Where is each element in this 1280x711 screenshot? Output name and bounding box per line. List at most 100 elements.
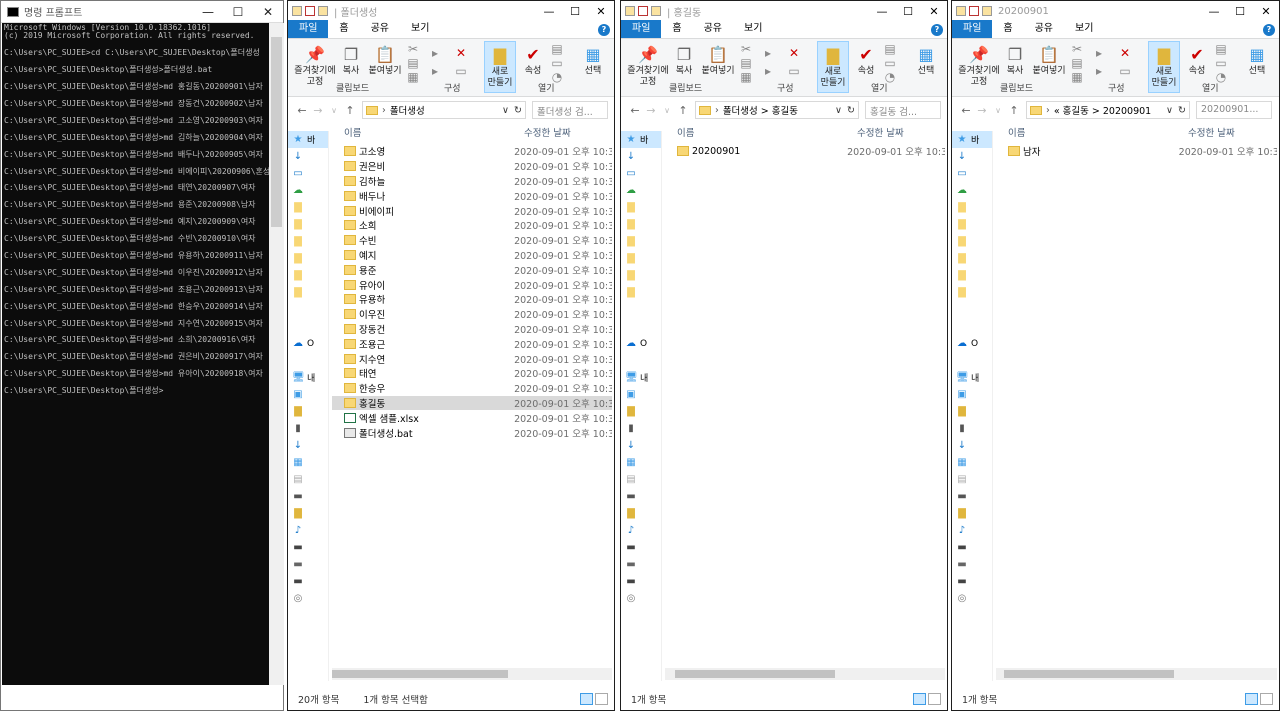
rename-icon[interactable]: ▭ [1118, 65, 1132, 77]
open-icon[interactable]: ▤ [1214, 43, 1228, 55]
select-button[interactable]: ▦ 선택 [580, 41, 606, 77]
new-folder-button[interactable]: ▇ 새로 만들기 [817, 41, 849, 93]
refresh-icon[interactable]: ↻ [1178, 105, 1186, 116]
back-arrow-icon[interactable]: ← [294, 104, 310, 117]
file-row[interactable]: 20200901 2020-09-01 오후 10:37 [665, 144, 945, 159]
close-button[interactable]: ✕ [253, 1, 283, 23]
column-header-date[interactable]: 수정한 날짜 [524, 125, 571, 139]
nav-item[interactable]: ◎ [952, 590, 992, 607]
nav-item[interactable]: ♪ [288, 522, 328, 539]
nav-item[interactable]: ▤ [952, 471, 992, 488]
details-view-icon[interactable] [580, 693, 593, 705]
maximize-button[interactable]: ☐ [895, 5, 921, 18]
nav-item[interactable]: ▬ [621, 573, 661, 590]
nav-item[interactable]: ▇ [952, 505, 992, 522]
nav-item[interactable] [621, 624, 661, 641]
tab-home[interactable]: 홈 [328, 20, 359, 38]
paste-shortcut-icon[interactable]: ▦ [406, 71, 420, 83]
nav-item[interactable]: ▦ [952, 454, 992, 471]
nav-item[interactable]: ▇ [288, 284, 328, 301]
file-row[interactable]: 권은비 2020-09-01 오후 10:37 [332, 159, 612, 174]
nav-item[interactable]: ▇ [952, 199, 992, 216]
file-row[interactable]: 태연 2020-09-01 오후 10:37 [332, 366, 612, 381]
file-row[interactable]: 남자 2020-09-01 오후 10:37 [996, 144, 1277, 159]
nav-item[interactable]: ▬ [288, 556, 328, 573]
help-icon[interactable]: ? [598, 24, 610, 36]
recent-locations-icon[interactable]: ∨ [659, 106, 675, 115]
column-header-date[interactable]: 수정한 날짜 [1188, 125, 1235, 139]
search-box[interactable]: 폴더생성 검... [532, 101, 608, 119]
tab-share[interactable]: 공유 [693, 20, 733, 38]
nav-item[interactable]: ☁ O [952, 335, 992, 352]
nav-item[interactable] [621, 607, 661, 624]
copy-to-icon[interactable]: ▸ [1092, 65, 1106, 77]
file-row[interactable]: 배두나 2020-09-01 오후 10:37 [332, 188, 612, 203]
tab-file[interactable]: 파일 [288, 20, 329, 38]
scrollbar-thumb[interactable] [271, 37, 282, 227]
minimize-button[interactable]: — [536, 5, 562, 18]
file-row[interactable]: 소희 2020-09-01 오후 10:37 [332, 218, 612, 233]
nav-item[interactable] [952, 301, 992, 318]
file-row[interactable]: 김하늘 2020-09-01 오후 10:37 [332, 174, 612, 189]
nav-item[interactable]: ▬ [288, 488, 328, 505]
pin-to-quick-access-button[interactable]: 📌 즐겨찾기에 고정 [292, 41, 338, 88]
nav-item[interactable]: ◎ [621, 590, 661, 607]
delete-icon[interactable]: ✕ [1118, 47, 1132, 59]
scrollbar-thumb[interactable] [1004, 670, 1174, 678]
nav-item[interactable]: ▬ [621, 488, 661, 505]
up-arrow-icon[interactable]: ↑ [1006, 104, 1022, 117]
paste-shortcut-icon[interactable]: ▦ [739, 71, 753, 83]
horizontal-scrollbar[interactable] [996, 668, 1277, 680]
file-explorer-window[interactable]: | 홍길동 — ☐ ✕ 파일 홈 공유 보기 ? 📌 즐겨찾기에 고정 ❐ 복사 📋 붙여… [620, 0, 948, 711]
nav-item[interactable]: ↓ [288, 437, 328, 454]
large-icons-view-icon[interactable] [595, 693, 608, 705]
file-row[interactable]: 용준 2020-09-01 오후 10:37 [332, 262, 612, 277]
select-button[interactable]: ▦ 선택 [913, 41, 939, 77]
properties-button[interactable]: ✔ 속성 [520, 41, 546, 77]
nav-item[interactable]: ☁ [621, 182, 661, 199]
horizontal-scrollbar[interactable] [665, 668, 945, 680]
navigation-pane[interactable]: ★바↓▭☁▇▇▇▇▇▇☁O🖥내▣▇▮↓▦▤▬▇♪▬▬▬◎▬로⊕네 [621, 131, 662, 681]
nav-item[interactable] [621, 318, 661, 335]
nav-item[interactable]: ▬ [952, 539, 992, 556]
folder-icon[interactable] [318, 6, 328, 16]
cmd-titlebar[interactable]: 명령 프롬프트 — ☐ ✕ [1, 1, 283, 23]
file-row[interactable]: 예지 2020-09-01 오후 10:37 [332, 248, 612, 263]
help-icon[interactable]: ? [1263, 24, 1275, 36]
explorer-titlebar[interactable]: | 홍길동 — ☐ ✕ [621, 1, 947, 21]
paste-button[interactable]: 📋 붙여넣기 [699, 41, 737, 77]
scrollbar-thumb[interactable] [332, 670, 508, 678]
pin-to-quick-access-button[interactable]: 📌 즐겨찾기에 고정 [625, 41, 671, 88]
recent-locations-icon[interactable]: ∨ [990, 106, 1006, 115]
nav-item[interactable]: ↓ [621, 437, 661, 454]
nav-item[interactable]: 🖥 내 [621, 369, 661, 386]
nav-item[interactable]: ☁ O [288, 335, 328, 352]
address-dropdown-icon[interactable]: ∨ [502, 105, 509, 116]
recent-locations-icon[interactable]: ∨ [326, 106, 342, 115]
cut-icon[interactable]: ✂ [1070, 43, 1084, 55]
nav-item[interactable]: ↓ [952, 148, 992, 165]
file-row[interactable]: 홍길동 2020-09-01 오후 10:37 [332, 395, 612, 411]
paste-shortcut-icon[interactable]: ▦ [1070, 71, 1084, 83]
file-list[interactable]: 이름 수정한 날짜 ^ 남자 2020-09-01 오후 10:37 [996, 122, 1277, 680]
nav-item[interactable]: ▬ [952, 488, 992, 505]
nav-item[interactable]: ★ 바 [952, 131, 992, 148]
file-explorer-window[interactable]: 20200901 — ☐ ✕ 파일 홈 공유 보기 ? 📌 즐겨찾기에 고정 ❐ 복사 … [951, 0, 1280, 711]
explorer-titlebar[interactable]: 20200901 — ☐ ✕ [952, 1, 1279, 21]
nav-item[interactable]: ↓ [288, 148, 328, 165]
properties-icon[interactable] [638, 6, 648, 16]
open-icon[interactable]: ▤ [550, 43, 564, 55]
nav-item[interactable]: ↓ [952, 437, 992, 454]
file-explorer-window[interactable]: | 폴더생성 — ☐ ✕ 파일 홈 공유 보기 ? 📌 즐겨찾기에 고정 ❐ 복사 📋 붙… [287, 0, 615, 711]
nav-item[interactable] [288, 318, 328, 335]
folder-icon[interactable] [982, 6, 992, 16]
delete-icon[interactable]: ✕ [454, 47, 468, 59]
nav-item[interactable]: ▮ [621, 420, 661, 437]
copy-path-icon[interactable]: ▤ [1070, 57, 1084, 69]
nav-item[interactable]: ▇ [952, 284, 992, 301]
nav-item[interactable]: ↓ [621, 148, 661, 165]
file-row[interactable]: 유용하 2020-09-01 오후 10:37 [332, 292, 612, 307]
maximize-button[interactable]: ☐ [562, 5, 588, 18]
nav-item[interactable]: ▇ [621, 403, 661, 420]
nav-item[interactable]: ♪ [621, 522, 661, 539]
